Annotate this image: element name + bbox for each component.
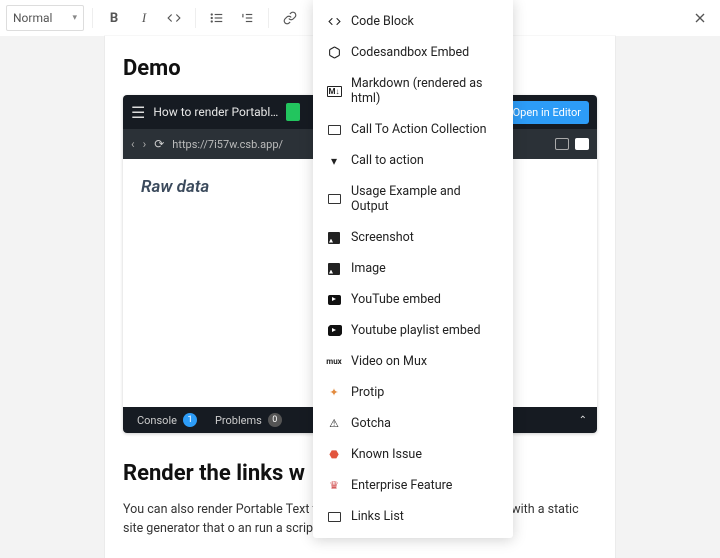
menu-item-protip[interactable]: ✦ Protip [313,377,513,408]
menu-item-markdown[interactable]: M↓ Markdown (rendered as html) [313,68,513,114]
menu-item-label: Youtube playlist embed [351,323,481,338]
menu-item-label: Links List [351,509,404,524]
cta-icon: ▾ [327,154,341,168]
codesandbox-icon [327,46,341,60]
menu-item-label: Screenshot [351,230,414,245]
usage-icon [327,192,341,206]
menu-item-gotcha[interactable]: ⚠ Gotcha [313,408,513,439]
status-indicator [286,103,300,121]
youtube-icon [327,293,341,307]
menu-item-label: Call To Action Collection [351,122,487,137]
menu-item-screenshot[interactable]: Screenshot [313,222,513,253]
menu-item-image[interactable]: Image [313,253,513,284]
menu-item-label: Known Issue [351,447,422,462]
enterprise-icon: ♛ [327,479,341,493]
menu-item-known-issue[interactable]: ⬣ Known Issue [313,439,513,470]
menu-item-usage[interactable]: Usage Example and Output [313,176,513,222]
menu-item-codesandbox[interactable]: Codesandbox Embed [313,37,513,68]
links-list-icon [327,510,341,524]
problems-tab[interactable]: Problems 0 [215,413,282,427]
menu-item-label: Protip [351,385,384,400]
menu-item-label: YouTube embed [351,292,441,307]
view-mode-filled-icon[interactable] [575,138,589,150]
menu-item-code-block[interactable]: Code Block [313,6,513,37]
youtube-playlist-icon [327,324,341,338]
screenshot-icon [327,231,341,245]
mux-icon: mux [327,355,341,369]
close-button[interactable] [686,4,714,32]
menu-item-mux[interactable]: mux Video on Mux [313,346,513,377]
italic-button[interactable]: I [131,5,157,31]
console-tab[interactable]: Console 1 [137,413,197,427]
separator [92,8,93,28]
menu-item-label: Gotcha [351,416,391,431]
code-button[interactable] [161,5,187,31]
url-text: https://7i57w.csb.app/ [172,138,283,151]
back-icon[interactable]: ‹ [131,137,135,151]
menu-item-label: Video on Mux [351,354,427,369]
cta-collection-icon [327,123,341,137]
bullet-list-button[interactable] [204,5,230,31]
menu-item-cta-collection[interactable]: Call To Action Collection [313,114,513,145]
link-button[interactable] [277,5,303,31]
view-mode-outline-icon[interactable] [555,138,569,150]
forward-icon[interactable]: › [143,137,147,151]
chevron-up-icon[interactable]: ⌃ [579,415,587,426]
menu-item-links-list[interactable]: Links List [313,501,513,532]
known-issue-icon: ⬣ [327,448,341,462]
ordered-list-button[interactable] [234,5,260,31]
image-icon [327,262,341,276]
separator [268,8,269,28]
reload-icon[interactable]: ⟳ [154,137,164,151]
menu-item-cta[interactable]: ▾ Call to action [313,145,513,176]
gotcha-icon: ⚠ [327,417,341,431]
format-select[interactable]: Normal ▾ [6,5,84,31]
insert-block-menu: Code Block Codesandbox Embed M↓ Markdown (r… [313,0,513,538]
problems-badge: 0 [268,413,282,427]
menu-item-youtube[interactable]: YouTube embed [313,284,513,315]
console-badge: 1 [183,413,197,427]
chevron-down-icon: ▾ [72,13,77,23]
protip-icon: ✦ [327,386,341,400]
markdown-icon: M↓ [327,84,341,98]
menu-item-label: Usage Example and Output [351,184,499,214]
menu-item-label: Call to action [351,153,424,168]
menu-item-label: Image [351,261,386,276]
menu-item-label: Enterprise Feature [351,478,452,493]
menu-item-label: Markdown (rendered as html) [351,76,499,106]
menu-item-label: Codesandbox Embed [351,45,469,60]
menu-item-label: Code Block [351,14,414,29]
separator [195,8,196,28]
code-block-icon [327,15,341,29]
menu-item-youtube-playlist[interactable]: Youtube playlist embed [313,315,513,346]
bold-button[interactable]: B [101,5,127,31]
embed-title: How to render Portabl… [153,105,278,119]
hamburger-icon[interactable]: ☰ [131,103,145,122]
menu-item-enterprise[interactable]: ♛ Enterprise Feature [313,470,513,501]
